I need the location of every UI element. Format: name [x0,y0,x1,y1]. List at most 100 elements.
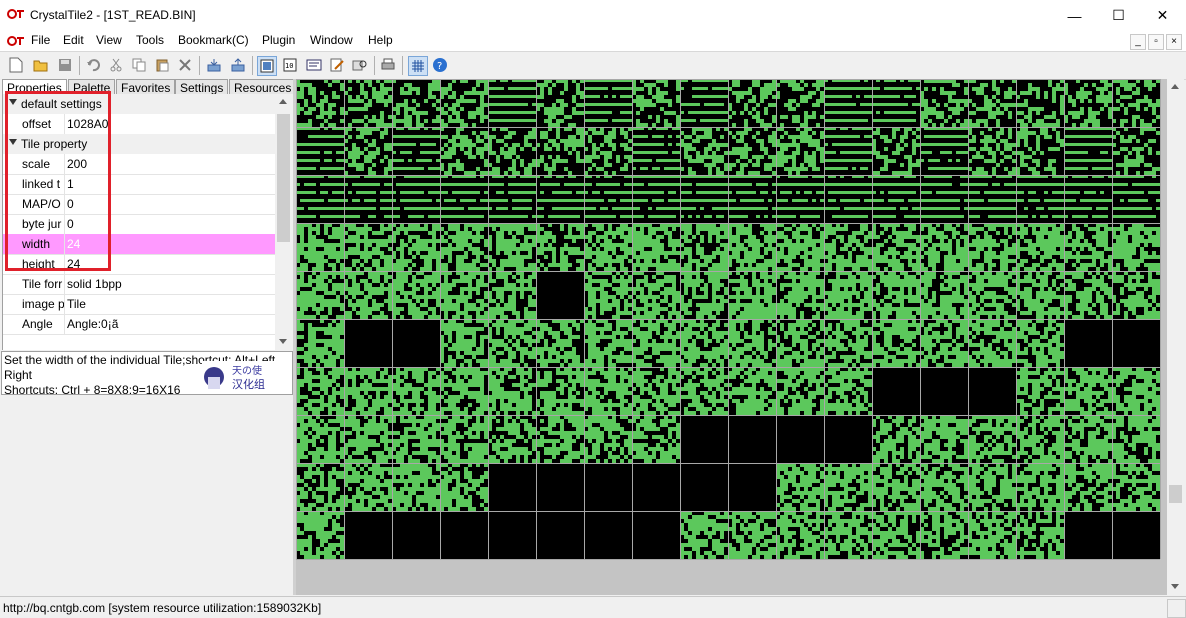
tile[interactable] [824,511,872,559]
tile[interactable] [392,367,440,415]
tile[interactable] [728,415,776,463]
hex-view-icon[interactable]: 10 [281,56,299,74]
tile[interactable] [920,511,968,559]
property-tile-format[interactable]: Tile forr solid 1bpp [3,274,276,295]
mdi-restore-icon[interactable]: ▫ [1148,34,1164,50]
tile[interactable] [776,415,824,463]
tile[interactable] [584,271,632,319]
tile[interactable] [824,175,872,223]
menu-window[interactable]: Window [310,33,353,47]
tile[interactable] [392,271,440,319]
tile[interactable] [296,367,344,415]
tile[interactable] [296,127,344,175]
tile[interactable] [872,511,920,559]
tile[interactable] [1016,463,1064,511]
tile[interactable] [440,511,488,559]
tile[interactable] [392,127,440,175]
tile[interactable] [1064,79,1112,127]
tile[interactable] [1112,415,1160,463]
tile[interactable] [392,319,440,367]
tile[interactable] [536,511,584,559]
tile[interactable] [536,223,584,271]
tile[interactable] [392,415,440,463]
tile[interactable] [920,223,968,271]
tile[interactable] [392,79,440,127]
tile[interactable] [1112,367,1160,415]
tile[interactable] [872,367,920,415]
tile[interactable] [344,367,392,415]
menu-help[interactable]: Help [368,33,393,47]
tile[interactable] [968,271,1016,319]
tile[interactable] [632,367,680,415]
tile-view-icon[interactable] [257,56,277,76]
tile[interactable] [296,175,344,223]
property-scrollbar[interactable] [275,94,292,350]
tile[interactable] [584,511,632,559]
search-icon[interactable] [351,56,369,74]
tile[interactable] [968,511,1016,559]
tile[interactable] [968,367,1016,415]
tile[interactable] [296,223,344,271]
tile[interactable] [824,319,872,367]
tile[interactable] [296,319,344,367]
tile[interactable] [920,463,968,511]
tile[interactable] [488,463,536,511]
tile[interactable] [872,415,920,463]
tile[interactable] [488,127,536,175]
tile[interactable] [680,319,728,367]
tile[interactable] [632,415,680,463]
tile[interactable] [824,271,872,319]
tile[interactable] [632,79,680,127]
tile[interactable] [440,415,488,463]
tab-settings[interactable]: Settings [175,79,229,94]
tile[interactable] [440,463,488,511]
tile[interactable] [920,79,968,127]
tile[interactable] [920,271,968,319]
scroll-thumb[interactable] [1169,485,1182,503]
tile-canvas[interactable] [296,79,1167,595]
tile[interactable] [632,271,680,319]
tile[interactable] [1016,223,1064,271]
scroll-up-icon[interactable] [279,99,287,104]
tile[interactable] [344,415,392,463]
tile[interactable] [824,415,872,463]
tile[interactable] [296,79,344,127]
tile[interactable] [344,511,392,559]
menu-bookmark[interactable]: Bookmark(C) [178,33,249,47]
tile[interactable] [344,223,392,271]
tile[interactable] [776,175,824,223]
tile[interactable] [1016,127,1064,175]
tile[interactable] [872,271,920,319]
tile[interactable] [680,223,728,271]
tile[interactable] [344,175,392,223]
tile[interactable] [824,127,872,175]
tile[interactable] [1016,175,1064,223]
tile[interactable] [296,511,344,559]
tile[interactable] [776,511,824,559]
tile[interactable] [584,415,632,463]
scroll-down-icon[interactable] [279,339,287,344]
tile[interactable] [872,79,920,127]
property-angle[interactable]: Angle Angle:0¡ã [3,314,276,335]
tile[interactable] [584,319,632,367]
tile[interactable] [392,463,440,511]
close-button[interactable]: ✕ [1140,0,1185,31]
tile[interactable] [1112,223,1160,271]
tile[interactable] [728,79,776,127]
tile[interactable] [1064,271,1112,319]
tile[interactable] [968,127,1016,175]
tile[interactable] [776,223,824,271]
tile[interactable] [872,463,920,511]
tile[interactable] [536,127,584,175]
tile[interactable] [296,415,344,463]
tile[interactable] [680,463,728,511]
tile[interactable] [776,271,824,319]
tile[interactable] [392,175,440,223]
tile[interactable] [1112,175,1160,223]
tile[interactable] [920,415,968,463]
menu-edit[interactable]: Edit [63,33,84,47]
tile[interactable] [536,175,584,223]
tile[interactable] [488,415,536,463]
scroll-down-icon[interactable] [1171,584,1179,589]
mdi-close-icon[interactable]: × [1166,34,1182,50]
